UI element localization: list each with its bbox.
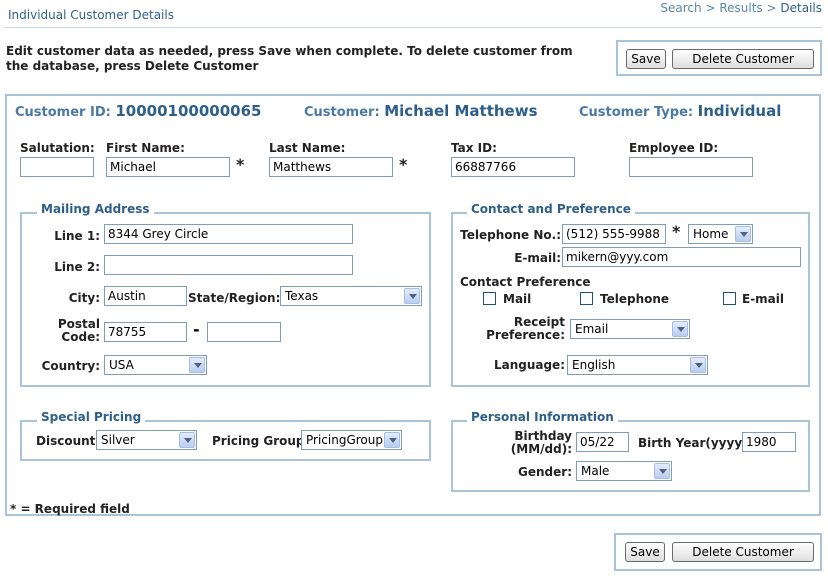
required-marker: *	[236, 155, 245, 174]
customer-name-value: Michael Matthews	[384, 102, 538, 120]
state-select[interactable]: Texas	[280, 286, 422, 306]
salutation-input[interactable]	[20, 157, 94, 177]
customer-type: Customer Type: Individual	[579, 102, 782, 120]
delete-customer-button-bottom[interactable]: Delete Customer	[672, 542, 814, 562]
chevron-down-icon[interactable]	[672, 321, 688, 337]
salutation-label: Salutation:	[20, 141, 95, 155]
gender-select[interactable]: Male	[576, 461, 672, 481]
email-label: E-mail:	[514, 251, 561, 265]
breadcrumb-search-link[interactable]: Search	[660, 1, 701, 15]
postal-extension-input[interactable]	[207, 322, 281, 342]
chevron-down-icon[interactable]	[384, 432, 400, 448]
email-checkbox[interactable]	[723, 292, 736, 305]
city-label: City:	[68, 291, 100, 305]
telephone-checkbox[interactable]	[580, 292, 593, 305]
customer-details-panel: Customer ID: 10000100000065 Customer: Mi…	[5, 94, 821, 516]
country-select[interactable]: USA	[104, 355, 207, 375]
customer-id: Customer ID: 10000100000065	[15, 102, 262, 120]
receipt-preference-label: Receipt Preference:	[486, 315, 565, 342]
postal-dash: -	[193, 320, 200, 339]
phone-type-select[interactable]: Home	[688, 224, 753, 244]
last-name-label: Last Name:	[269, 141, 346, 155]
birth-year-label: Birth Year(yyyy):	[638, 436, 753, 450]
line1-label: Line 1:	[54, 229, 100, 243]
discount-label: Discount:	[36, 434, 101, 448]
first-name-input[interactable]	[106, 157, 230, 177]
discount-select[interactable]: Silver	[96, 430, 197, 450]
customer-type-value: Individual	[697, 102, 782, 120]
breadcrumb-results-link[interactable]: Results	[719, 1, 762, 15]
postal-code-label: Postal Code:	[57, 317, 100, 344]
country-label: Country:	[41, 359, 100, 373]
line1-input[interactable]	[104, 224, 353, 244]
line2-label: Line 2:	[54, 260, 100, 274]
chevron-down-icon[interactable]	[690, 357, 706, 373]
pricing-group-label: Pricing Group:	[212, 434, 310, 448]
delete-customer-button-top[interactable]: Delete Customer	[672, 49, 814, 69]
personal-information-legend: Personal Information	[467, 410, 618, 424]
mail-checkbox[interactable]	[483, 292, 496, 305]
chevron-down-icon[interactable]	[404, 288, 420, 304]
telephone-checkbox-label: Telephone	[600, 292, 670, 306]
gender-label: Gender:	[518, 465, 572, 479]
tax-id-label: Tax ID:	[451, 141, 497, 155]
breadcrumb-separator: >	[705, 1, 716, 15]
telephone-label: Telephone No.:	[460, 228, 561, 242]
header-divider	[4, 27, 822, 28]
mailing-address-legend: Mailing Address	[37, 202, 154, 216]
contact-preference-label: Contact Preference	[460, 275, 591, 289]
email-checkbox-label: E-mail	[742, 292, 785, 306]
breadcrumb-details: Details	[780, 1, 822, 15]
chevron-down-icon[interactable]	[179, 432, 195, 448]
special-pricing-legend: Special Pricing	[37, 410, 146, 424]
required-marker: *	[399, 155, 408, 174]
birthday-label: Birthday (MM/dd):	[510, 429, 572, 456]
customer-id-value: 10000100000065	[115, 102, 262, 120]
language-label: Language:	[493, 358, 565, 372]
line2-input[interactable]	[104, 255, 353, 275]
mail-checkbox-label: Mail	[503, 292, 532, 306]
language-select[interactable]: English	[567, 355, 708, 375]
city-input[interactable]	[104, 286, 187, 306]
birthday-input[interactable]	[576, 432, 629, 452]
intro-text: Edit customer data as needed, press Save…	[6, 44, 573, 73]
chevron-down-icon[interactable]	[735, 226, 751, 242]
breadcrumb-separator: >	[766, 1, 777, 15]
top-action-box: Save Delete Customer	[616, 40, 822, 76]
required-field-note: * = Required field	[10, 502, 130, 516]
bottom-action-box: Save Delete Customer	[614, 533, 822, 571]
email-input[interactable]	[562, 247, 801, 267]
customer-name: Customer: Michael Matthews	[304, 102, 538, 120]
postal-code-input[interactable]	[104, 322, 187, 342]
save-button-bottom[interactable]: Save	[625, 542, 665, 562]
tax-id-input[interactable]	[451, 157, 575, 177]
save-button-top[interactable]: Save	[626, 49, 666, 69]
contact-preference-legend: Contact and Preference	[467, 202, 635, 216]
chevron-down-icon[interactable]	[189, 357, 205, 373]
required-marker: *	[672, 222, 681, 241]
chevron-down-icon[interactable]	[654, 463, 670, 479]
page-title: Individual Customer Details	[8, 8, 174, 22]
receipt-preference-select[interactable]: Email	[570, 319, 690, 339]
employee-id-label: Employee ID:	[629, 141, 719, 155]
last-name-input[interactable]	[269, 157, 393, 177]
pricing-group-select[interactable]: PricingGroup	[301, 430, 402, 450]
breadcrumb: Search > Results > Details	[660, 1, 822, 15]
state-label: State/Region:	[188, 291, 281, 305]
birth-year-input[interactable]	[742, 432, 796, 452]
employee-id-input[interactable]	[629, 157, 753, 177]
first-name-label: First Name:	[106, 141, 185, 155]
telephone-input[interactable]	[562, 224, 666, 244]
